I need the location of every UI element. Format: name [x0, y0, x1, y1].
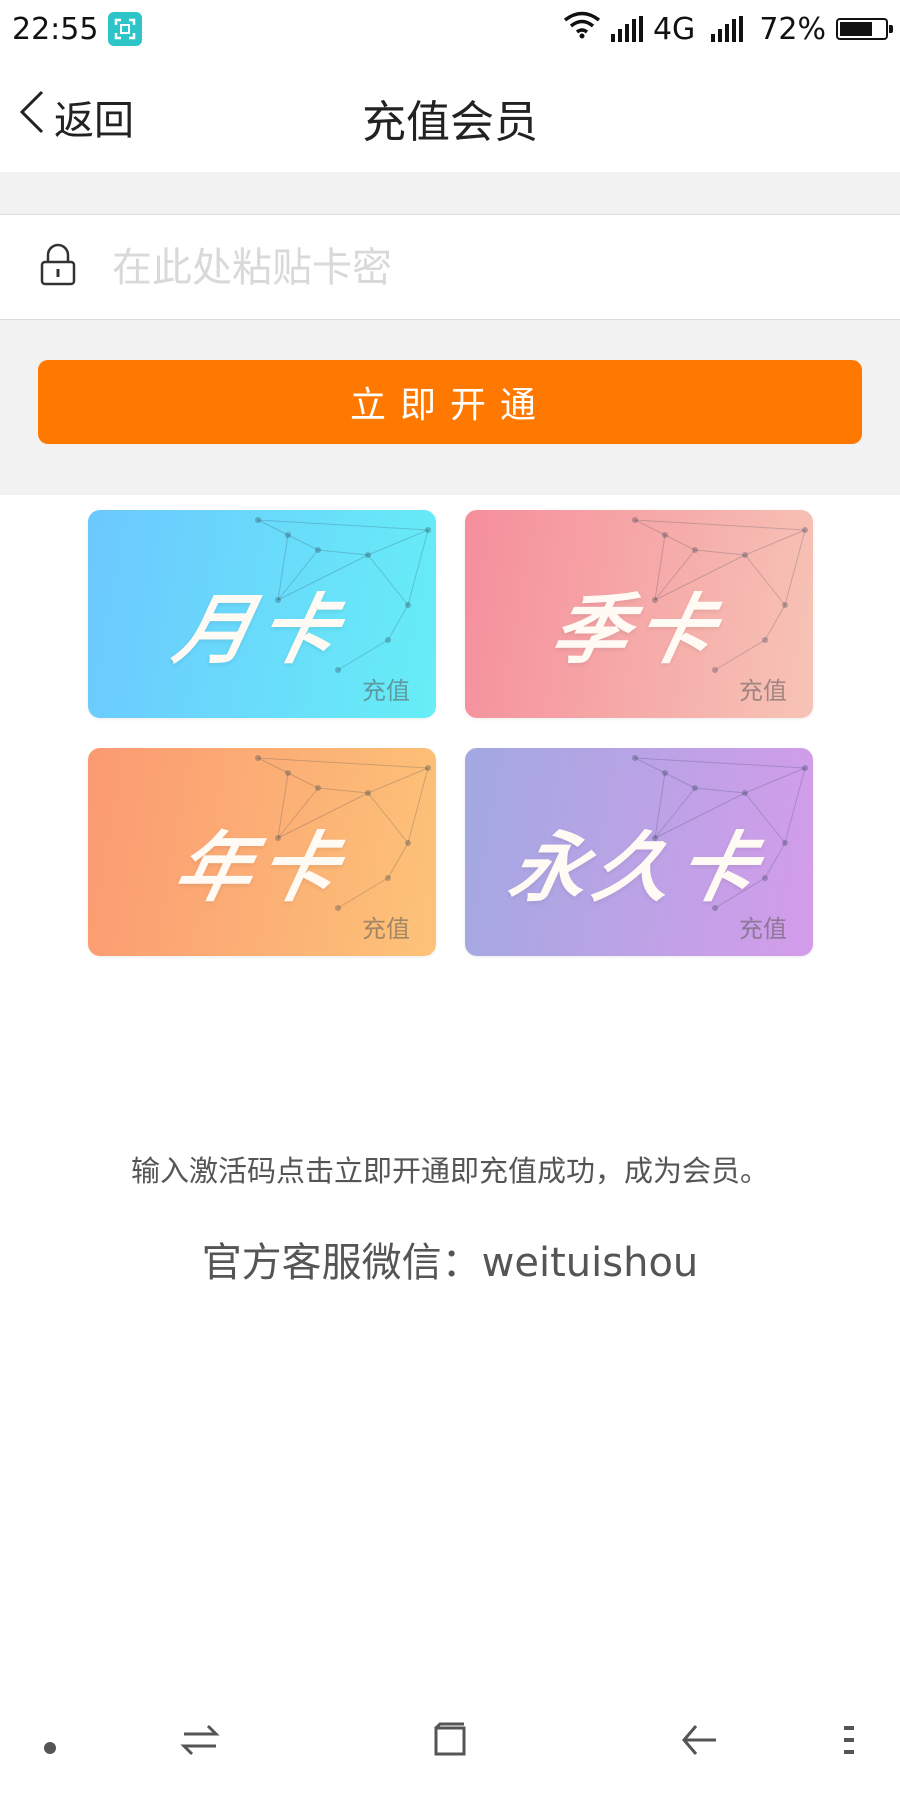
network-line: [634, 757, 806, 769]
network-line: [664, 534, 696, 551]
network-node: [802, 527, 808, 533]
network-node: [285, 770, 291, 776]
network-node: [365, 790, 371, 796]
status-time: 22:55: [12, 11, 99, 47]
network-line: [634, 757, 666, 774]
card-tag: 充值: [739, 677, 787, 705]
status-right: 4G 72%: [563, 11, 893, 47]
activate-band: 立即开通: [0, 320, 900, 495]
card-name: 季卡: [544, 585, 732, 674]
top-divider-band: [0, 172, 900, 214]
network-line: [287, 534, 319, 551]
network-line: [744, 529, 806, 556]
network-line: [317, 787, 369, 794]
network-node: [742, 790, 748, 796]
network-line: [287, 772, 319, 789]
switch-icon[interactable]: [180, 1720, 220, 1764]
network-node: [692, 785, 698, 791]
network-line: [744, 767, 806, 794]
network-node: [285, 532, 291, 538]
network-node: [662, 770, 668, 776]
back-arrow-icon[interactable]: [680, 1720, 720, 1764]
card-name: 永久卡: [502, 823, 774, 912]
card-tag: 充值: [362, 677, 410, 705]
network-line: [694, 787, 746, 794]
card-name: 年卡: [167, 823, 355, 912]
network-node: [692, 547, 698, 553]
network-type: 4G: [652, 11, 696, 47]
card-yearly[interactable]: 年卡 充值: [88, 748, 436, 956]
status-left: 22:55: [12, 11, 143, 47]
instruction-text: 输入激活码点击立即开通即充值成功，成为会员。: [130, 1154, 769, 1188]
status-bar: 22:55 4G 72%: [0, 0, 900, 58]
battery-percent: 72%: [759, 11, 826, 47]
network-line: [257, 757, 289, 774]
wifi-icon: [563, 11, 601, 47]
card-key-input[interactable]: [110, 235, 854, 301]
network-node: [255, 755, 261, 761]
home-square-icon[interactable]: [430, 1720, 470, 1764]
network-node: [255, 517, 261, 523]
network-line: [257, 519, 429, 531]
network-node: [742, 552, 748, 558]
network-line: [317, 549, 369, 556]
network-node: [365, 552, 371, 558]
network-line: [367, 767, 429, 794]
network-node: [662, 532, 668, 538]
dot-icon[interactable]: [42, 1740, 58, 1760]
network-node: [802, 765, 808, 771]
network-node: [425, 765, 431, 771]
network-node: [632, 517, 638, 523]
card-lifetime[interactable]: 永久卡 充值: [465, 748, 813, 956]
menu-icon[interactable]: [840, 1720, 860, 1764]
network-node: [315, 785, 321, 791]
card-name: 月卡: [167, 585, 355, 674]
network-line: [367, 529, 429, 556]
card-tag: 充值: [739, 915, 787, 943]
battery-icon: [836, 18, 893, 40]
network-node: [632, 755, 638, 761]
lock-icon: [38, 243, 78, 291]
card-key-row: [0, 214, 900, 320]
network-line: [257, 757, 429, 769]
scan-icon: [108, 12, 143, 46]
battery-fill: [840, 22, 872, 36]
network-line: [257, 519, 289, 536]
signal-icon: [711, 16, 744, 42]
customer-service-text: 官方客服微信：weituishou: [201, 1240, 699, 1286]
card-quarterly[interactable]: 季卡 充值: [465, 510, 813, 718]
network-node: [315, 547, 321, 553]
card-monthly[interactable]: 月卡 充值: [88, 510, 436, 718]
system-nav-bar: [0, 1700, 900, 1800]
activate-now-label: 立即开通: [349, 385, 550, 426]
activate-now-button[interactable]: 立即开通: [38, 360, 862, 444]
network-line: [694, 549, 746, 556]
network-line: [664, 772, 696, 789]
network-line: [634, 519, 666, 536]
network-node: [425, 527, 431, 533]
signal-icon: [610, 16, 643, 42]
network-line: [634, 519, 806, 531]
nav-bar: 返回 充值会员: [0, 58, 900, 172]
card-tag: 充值: [362, 915, 410, 943]
page-title: 充值会员: [362, 97, 538, 148]
